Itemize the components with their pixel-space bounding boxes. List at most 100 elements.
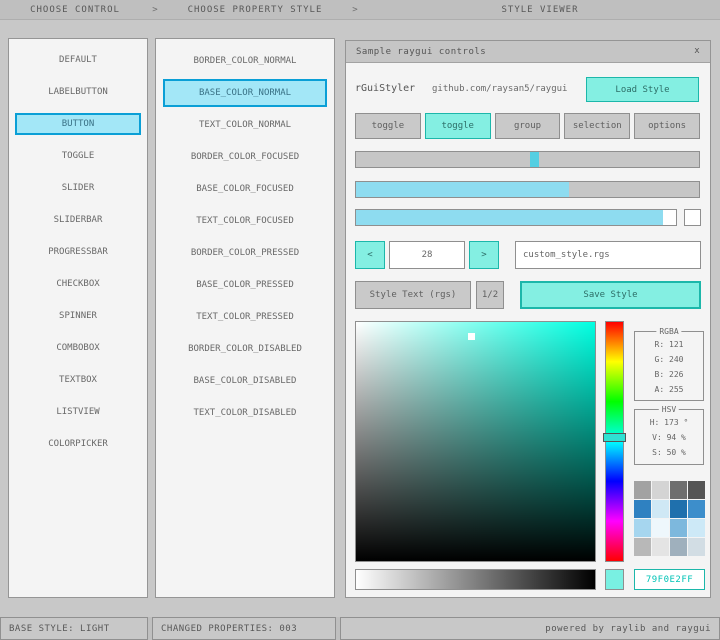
palette-cell-0 — [634, 481, 651, 499]
close-icon[interactable]: x — [689, 41, 705, 63]
palette-cell-12 — [634, 538, 651, 556]
controls-list: DEFAULT LABELBUTTON BUTTON TOGGLE SLIDER SLID… — [8, 38, 148, 598]
hex-value-field[interactable]: 79F0E2FF — [634, 569, 705, 590]
control-item-spinner[interactable]: SPINNER — [15, 305, 141, 327]
property-item-base_color_pressed[interactable]: BASE_COLOR_PRESSED — [163, 271, 327, 299]
checkbox[interactable] — [684, 209, 701, 226]
property-item-border_color_focused[interactable]: BORDER_COLOR_FOCUSED — [163, 143, 327, 171]
control-item-colorpicker[interactable]: COLORPICKER — [15, 433, 141, 455]
progress-fill — [356, 182, 569, 197]
property-item-base_color_focused[interactable]: BASE_COLOR_FOCUSED — [163, 175, 327, 203]
page-toggle-button[interactable]: 1/2 — [476, 281, 504, 309]
palette-cell-15 — [688, 538, 705, 556]
hsv-group: HSV H: 173 ° V: 94 % S: 50 % — [634, 405, 704, 465]
palette-cell-14 — [670, 538, 687, 556]
control-item-listview[interactable]: LISTVIEW — [15, 401, 141, 423]
slider-handle[interactable] — [530, 152, 540, 167]
palette-cell-4 — [634, 500, 651, 518]
palette-cell-6 — [670, 500, 687, 518]
control-item-default[interactable]: DEFAULT — [15, 49, 141, 71]
property-item-text_color_focused[interactable]: TEXT_COLOR_FOCUSED — [163, 207, 327, 235]
repo-link[interactable]: github.com/raysan5/raygui — [432, 84, 567, 94]
status-bar: BASE STYLE: LIGHT CHANGED PROPERTIES: 00… — [0, 617, 720, 640]
hsv-rows: H: 173 ° V: 94 % S: 50 % — [635, 410, 703, 460]
style-text-button[interactable]: Style Text (rgs) — [355, 281, 471, 309]
control-item-checkbox[interactable]: CHECKBOX — [15, 273, 141, 295]
app-name-label: rGuiStyler — [355, 83, 416, 94]
style-color-palette — [634, 481, 705, 556]
properties-list: BORDER_COLOR_NORMAL BASE_COLOR_NORMAL TEXT… — [155, 38, 335, 598]
color-picker-area[interactable] — [355, 321, 596, 562]
property-item-base_color_disabled[interactable]: BASE_COLOR_DISABLED — [163, 367, 327, 395]
filename-input[interactable] — [515, 241, 701, 269]
control-item-slider[interactable]: SLIDER — [15, 177, 141, 199]
control-item-progressbar[interactable]: PROGRESSBAR — [15, 241, 141, 263]
property-item-border_color_pressed[interactable]: BORDER_COLOR_PRESSED — [163, 239, 327, 267]
spinner-value[interactable]: 28 — [389, 241, 465, 269]
control-item-sliderbar[interactable]: SLIDERBAR — [15, 209, 141, 231]
palette-cell-13 — [652, 538, 669, 556]
hsv-row-1: V: 94 % — [652, 433, 686, 442]
palette-cell-1 — [652, 481, 669, 499]
spinner-decrement-button[interactable]: < — [355, 241, 385, 269]
header-choose-control: CHOOSE CONTROL — [30, 4, 120, 15]
window-title: Sample raygui controls — [356, 46, 487, 57]
toggle-button-group-2[interactable]: group — [494, 113, 561, 139]
slider-bar-fill — [356, 210, 664, 225]
color-picker-cursor[interactable] — [467, 333, 475, 341]
hsv-group-title: HSV — [658, 405, 680, 414]
palette-cell-10 — [670, 519, 687, 537]
spinner-increment-button[interactable]: > — [469, 241, 499, 269]
control-item-button[interactable]: BUTTON — [15, 113, 141, 135]
rgba-row-2: B: 226 — [654, 370, 684, 379]
toggle-button-toggle-1[interactable]: toggle — [424, 113, 491, 139]
rgba-row-0: R: 121 — [654, 340, 684, 349]
header-style-viewer: STYLE VIEWER — [501, 4, 579, 15]
control-item-labelbutton[interactable]: LABELBUTTON — [15, 81, 141, 103]
header-choose-property-style: CHOOSE PROPERTY STYLE — [187, 4, 323, 15]
chevron-right-icon: > — [152, 4, 158, 15]
property-item-base_color_normal[interactable]: BASE_COLOR_NORMAL — [163, 79, 327, 107]
top-breadcrumb-bar: CHOOSE CONTROL > CHOOSE PROPERTY STYLE >… — [0, 0, 720, 20]
value-gradient-bar[interactable] — [355, 569, 596, 590]
palette-cell-9 — [652, 519, 669, 537]
sample-controls-window: Sample raygui controls x rGuiStyler gith… — [345, 40, 711, 598]
control-item-toggle[interactable]: TOGGLE — [15, 145, 141, 167]
status-base-style: BASE STYLE: LIGHT — [0, 617, 148, 640]
window-body: rGuiStyler github.com/raysan5/raygui Loa… — [346, 63, 710, 597]
rgba-row-1: G: 240 — [654, 355, 684, 364]
palette-cell-11 — [688, 519, 705, 537]
save-style-button[interactable]: Save Style — [520, 281, 701, 309]
status-credits: powered by raylib and raygui — [340, 617, 720, 640]
hue-bar[interactable] — [603, 321, 626, 562]
rgba-group-title: RGBA — [656, 327, 682, 336]
palette-cell-5 — [652, 500, 669, 518]
toggle-button-toggle-0[interactable]: toggle — [355, 113, 421, 139]
hsv-row-0: H: 173 ° — [649, 418, 689, 427]
rgba-group: RGBA R: 121 G: 240 B: 226 A: 255 — [634, 327, 704, 401]
slider[interactable] — [355, 151, 700, 168]
current-color-swatch — [605, 569, 624, 590]
control-item-combobox[interactable]: COMBOBOX — [15, 337, 141, 359]
window-titlebar[interactable]: Sample raygui controls x — [346, 41, 710, 63]
rgba-rows: R: 121 G: 240 B: 226 A: 255 — [635, 332, 703, 397]
load-style-button[interactable]: Load Style — [586, 77, 699, 102]
property-item-text_color_pressed[interactable]: TEXT_COLOR_PRESSED — [163, 303, 327, 331]
rgba-row-3: A: 255 — [654, 385, 684, 394]
toggle-group: toggle toggle group selection options — [355, 113, 700, 139]
property-item-text_color_normal[interactable]: TEXT_COLOR_NORMAL — [163, 111, 327, 139]
hsv-row-2: S: 50 % — [652, 448, 686, 457]
property-item-border_color_normal[interactable]: BORDER_COLOR_NORMAL — [163, 47, 327, 75]
palette-cell-8 — [634, 519, 651, 537]
palette-cell-2 — [670, 481, 687, 499]
control-item-textbox[interactable]: TEXTBOX — [15, 369, 141, 391]
palette-cell-7 — [688, 500, 705, 518]
property-item-border_color_disabled[interactable]: BORDER_COLOR_DISABLED — [163, 335, 327, 363]
toggle-button-selection-3[interactable]: selection — [564, 113, 631, 139]
status-changed-properties: CHANGED PROPERTIES: 003 — [152, 617, 336, 640]
property-item-text_color_disabled[interactable]: TEXT_COLOR_DISABLED — [163, 399, 327, 427]
palette-cell-3 — [688, 481, 705, 499]
slider-bar[interactable] — [355, 209, 677, 226]
hue-handle[interactable] — [603, 432, 626, 442]
toggle-button-options-4[interactable]: options — [634, 113, 700, 139]
